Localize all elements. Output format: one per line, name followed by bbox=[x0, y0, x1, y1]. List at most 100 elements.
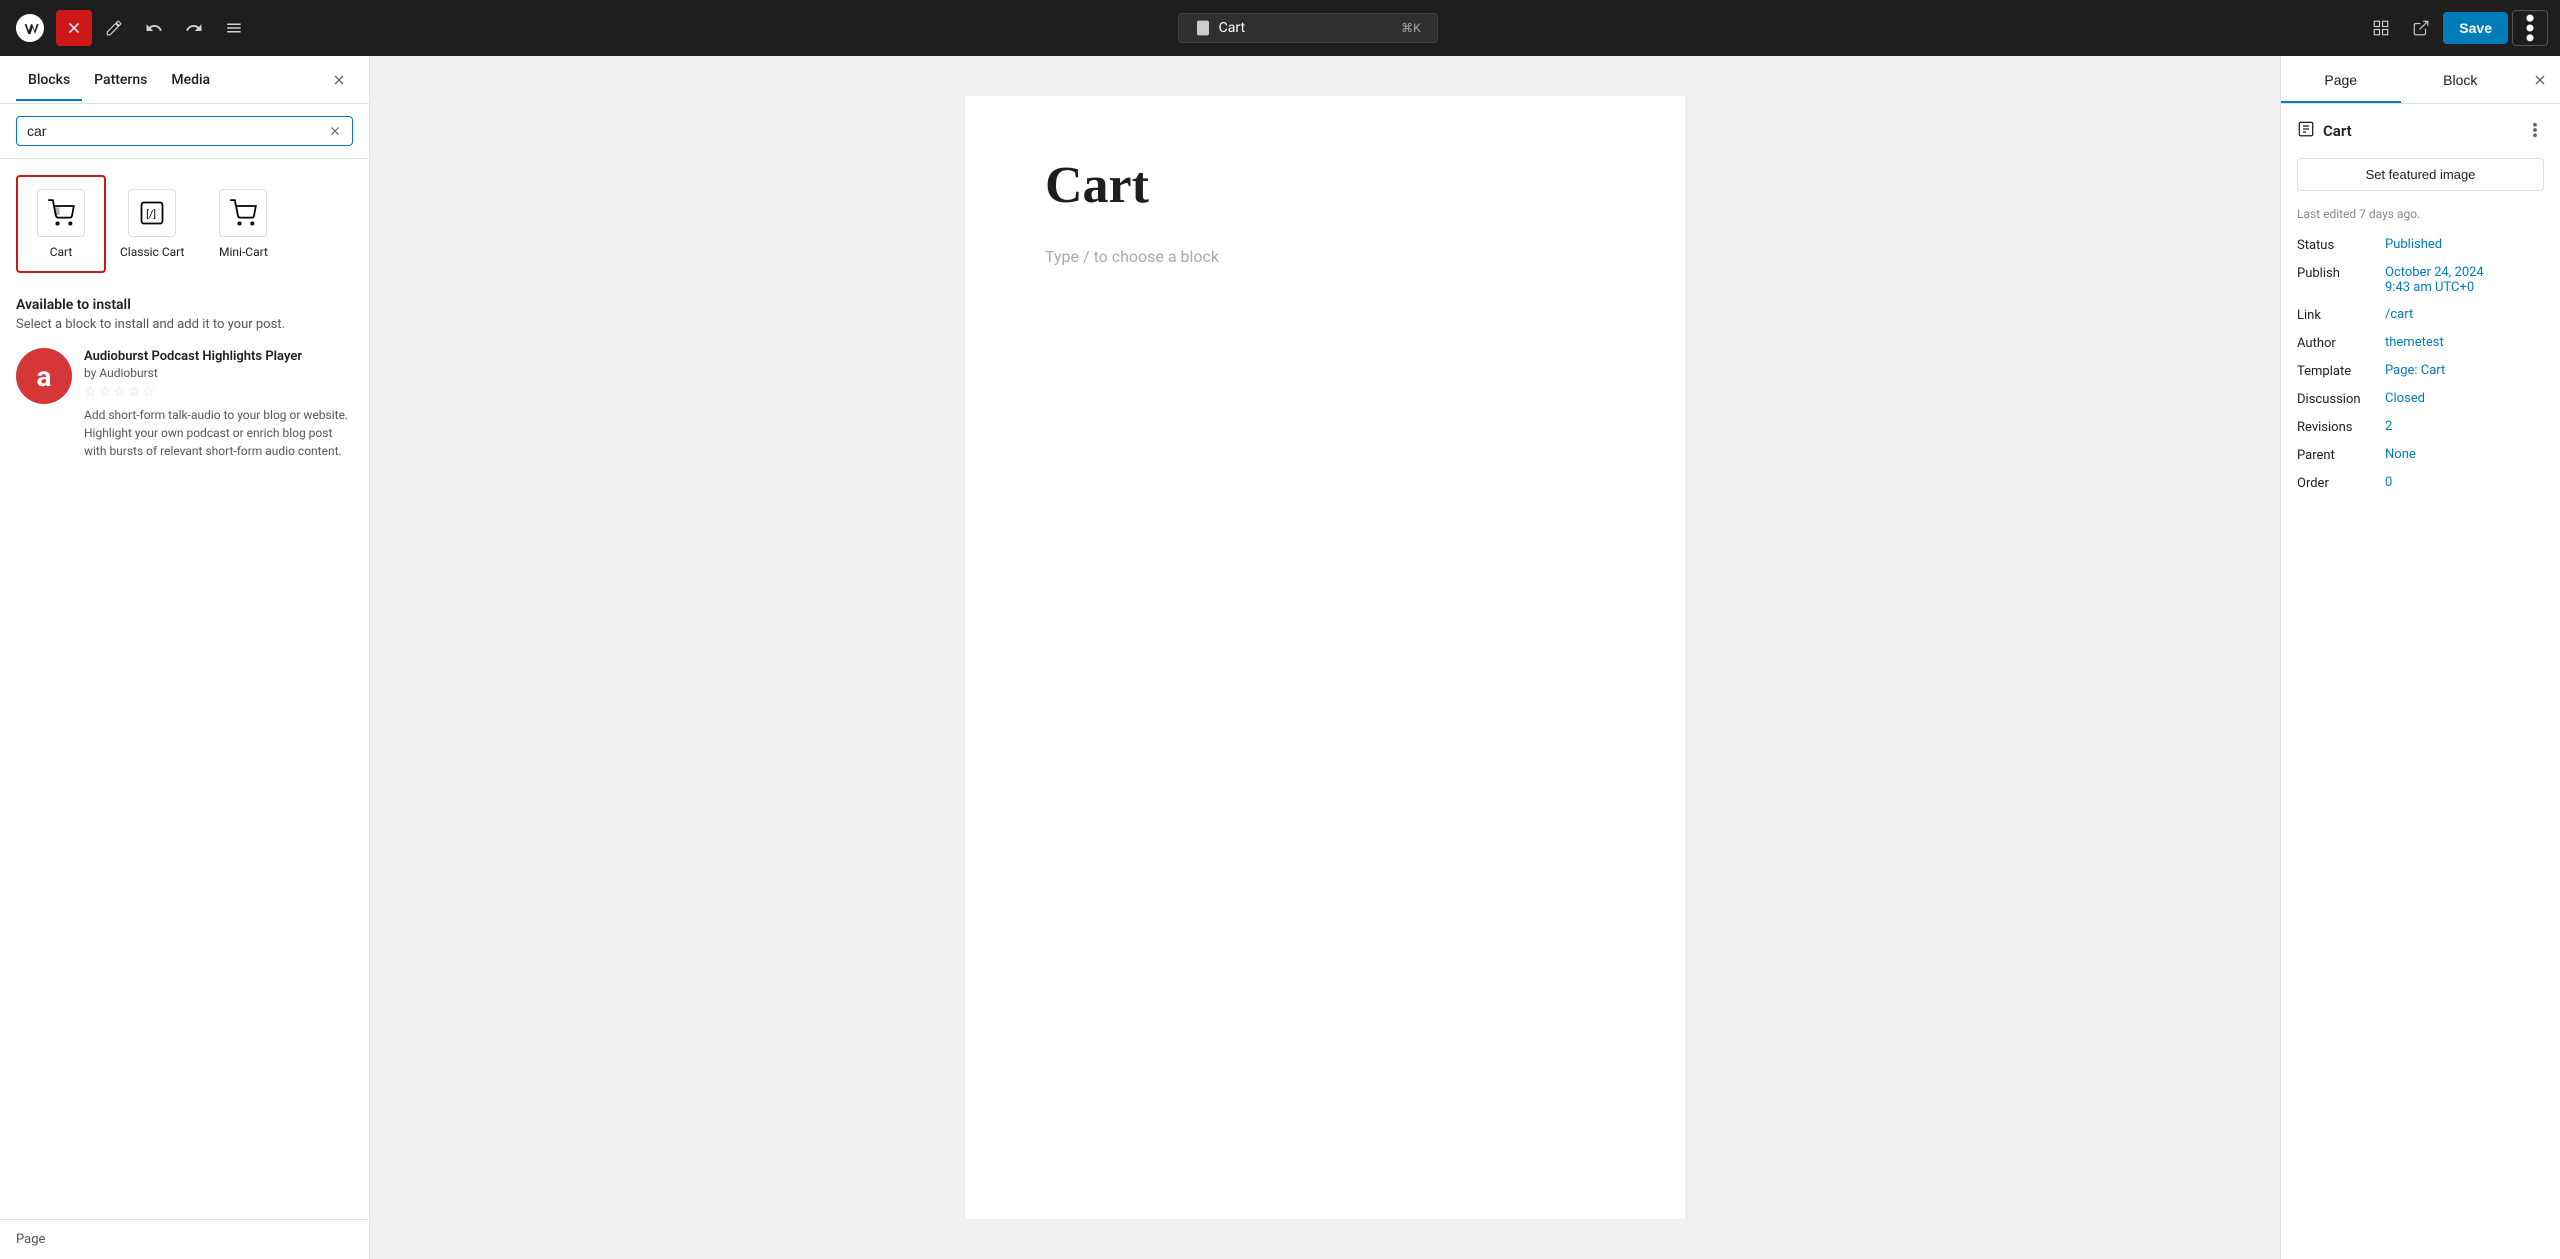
meta-value-parent[interactable]: None bbox=[2385, 447, 2416, 462]
close-inserter-button[interactable] bbox=[56, 10, 92, 46]
plugin-stars: ☆ ☆ ☆ ☆ ☆ bbox=[84, 384, 353, 400]
last-edited-text: Last edited 7 days ago. bbox=[2297, 207, 2544, 221]
block-search-box bbox=[16, 116, 353, 146]
star-5: ☆ bbox=[142, 384, 155, 400]
bottom-bar-label: Page bbox=[16, 1232, 45, 1247]
wp-logo[interactable] bbox=[12, 10, 48, 46]
meta-row-parent: Parent None bbox=[2297, 447, 2544, 463]
block-search-container bbox=[0, 104, 369, 159]
editor-area[interactable]: Cart Type / to choose a block bbox=[370, 56, 2280, 1259]
keyboard-shortcut: ⌘K bbox=[1401, 21, 1421, 35]
available-title: Available to install bbox=[16, 297, 353, 313]
close-right-sidebar-button[interactable] bbox=[2520, 60, 2560, 100]
meta-value-order[interactable]: 0 bbox=[2385, 475, 2392, 490]
toolbar-right: Save bbox=[2363, 10, 2548, 46]
block-grid: Cart [/] Classic Cart bbox=[0, 159, 369, 281]
undo-button[interactable] bbox=[136, 10, 172, 46]
save-button[interactable]: Save bbox=[2443, 12, 2508, 44]
block-search-input[interactable] bbox=[27, 123, 322, 139]
block-item-cart[interactable]: Cart bbox=[16, 175, 106, 273]
editor-content: Cart Type / to choose a block bbox=[965, 96, 1685, 1219]
panel-options-button[interactable] bbox=[2526, 121, 2544, 142]
meta-label-discussion: Discussion bbox=[2297, 391, 2377, 407]
meta-label-order: Order bbox=[2297, 475, 2377, 491]
close-sidebar-button[interactable] bbox=[325, 66, 353, 94]
tab-block[interactable]: Block bbox=[2401, 56, 2521, 103]
meta-value-discussion[interactable]: Closed bbox=[2385, 391, 2425, 406]
meta-label-revisions: Revisions bbox=[2297, 419, 2377, 435]
inserter-tabs: Blocks Patterns Media bbox=[0, 56, 369, 104]
command-search[interactable]: Cart ⌘K bbox=[1178, 13, 1438, 43]
cart-block-icon bbox=[37, 189, 85, 237]
editor-title[interactable]: Cart bbox=[1045, 156, 1605, 215]
classic-cart-block-icon: [/] bbox=[128, 189, 176, 237]
meta-row-publish: Publish October 24, 2024 9:43 am UTC+0 bbox=[2297, 265, 2544, 295]
tab-patterns[interactable]: Patterns bbox=[82, 60, 159, 100]
meta-value-status[interactable]: Published bbox=[2385, 237, 2442, 252]
meta-row-status: Status Published bbox=[2297, 237, 2544, 253]
meta-label-author: Author bbox=[2297, 335, 2377, 351]
right-sidebar-body: Cart Set featured image Last edited 7 da… bbox=[2281, 104, 2560, 1259]
right-sidebar-tabs: Page Block bbox=[2281, 56, 2560, 104]
edit-button[interactable] bbox=[96, 10, 132, 46]
meta-row-author: Author themetest bbox=[2297, 335, 2544, 351]
block-label-cart: Cart bbox=[50, 245, 73, 259]
panel-header: Cart bbox=[2297, 120, 2544, 142]
block-label-mini-cart: Mini-Cart bbox=[219, 245, 268, 259]
meta-row-link: Link /cart bbox=[2297, 307, 2544, 323]
meta-label-link: Link bbox=[2297, 307, 2377, 323]
block-inserter-sidebar: Blocks Patterns Media bbox=[0, 56, 370, 1259]
panel-header-icon bbox=[2297, 120, 2315, 142]
main-layout: Blocks Patterns Media bbox=[0, 56, 2560, 1259]
meta-value-author[interactable]: themetest bbox=[2385, 335, 2444, 350]
meta-label-template: Template bbox=[2297, 363, 2377, 379]
tab-page[interactable]: Page bbox=[2281, 56, 2401, 103]
bottom-bar: Page bbox=[0, 1219, 369, 1259]
panel-title: Cart bbox=[2323, 122, 2518, 140]
options-button[interactable] bbox=[2512, 10, 2548, 46]
block-item-classic-cart[interactable]: [/] Classic Cart bbox=[106, 175, 198, 273]
page-title: Cart bbox=[1219, 20, 1245, 36]
view-button[interactable] bbox=[2363, 10, 2399, 46]
available-to-install-section: Available to install Select a block to i… bbox=[0, 281, 369, 476]
meta-value-template[interactable]: Page: Cart bbox=[2385, 363, 2445, 378]
document-icon bbox=[1195, 20, 1211, 36]
plugin-author: by Audioburst bbox=[84, 366, 353, 380]
star-1: ☆ bbox=[84, 384, 97, 400]
meta-row-revisions: Revisions 2 bbox=[2297, 419, 2544, 435]
available-subtitle: Select a block to install and add it to … bbox=[16, 317, 353, 332]
mini-cart-block-icon bbox=[219, 189, 267, 237]
plugin-info: Audioburst Podcast Highlights Player by … bbox=[84, 348, 353, 460]
meta-label-publish: Publish bbox=[2297, 265, 2377, 281]
star-2: ☆ bbox=[99, 384, 112, 400]
plugin-item[interactable]: a Audioburst Podcast Highlights Player b… bbox=[16, 348, 353, 460]
block-label-classic-cart: Classic Cart bbox=[120, 245, 184, 259]
meta-value-link[interactable]: /cart bbox=[2385, 307, 2413, 322]
toolbar-center: Cart ⌘K bbox=[256, 13, 2359, 43]
set-featured-image-button[interactable]: Set featured image bbox=[2297, 158, 2544, 191]
redo-button[interactable] bbox=[176, 10, 212, 46]
right-sidebar: Page Block Cart bbox=[2280, 56, 2560, 1259]
tools-button[interactable] bbox=[216, 10, 252, 46]
meta-value-publish[interactable]: October 24, 2024 9:43 am UTC+0 bbox=[2385, 265, 2484, 295]
command-search-left: Cart bbox=[1195, 20, 1245, 36]
tab-media[interactable]: Media bbox=[159, 60, 222, 100]
plugin-avatar: a bbox=[16, 348, 72, 404]
plugin-name: Audioburst Podcast Highlights Player bbox=[84, 348, 353, 366]
meta-label-parent: Parent bbox=[2297, 447, 2377, 463]
main-toolbar: Cart ⌘K Save bbox=[0, 0, 2560, 56]
block-item-mini-cart[interactable]: Mini-Cart bbox=[198, 175, 288, 273]
tab-blocks[interactable]: Blocks bbox=[16, 60, 82, 100]
editor-placeholder[interactable]: Type / to choose a block bbox=[1045, 247, 1605, 266]
meta-value-revisions[interactable]: 2 bbox=[2385, 419, 2392, 434]
star-3: ☆ bbox=[113, 384, 126, 400]
meta-label-status: Status bbox=[2297, 237, 2377, 253]
search-clear-button[interactable] bbox=[328, 124, 342, 138]
preview-button[interactable] bbox=[2403, 10, 2439, 46]
page-meta: Status Published Publish October 24, 202… bbox=[2297, 237, 2544, 491]
plugin-description: Add short-form talk-audio to your blog o… bbox=[84, 406, 353, 460]
star-4: ☆ bbox=[128, 384, 141, 400]
meta-row-template: Template Page: Cart bbox=[2297, 363, 2544, 379]
svg-text:[/]: [/] bbox=[146, 208, 156, 221]
meta-row-discussion: Discussion Closed bbox=[2297, 391, 2544, 407]
